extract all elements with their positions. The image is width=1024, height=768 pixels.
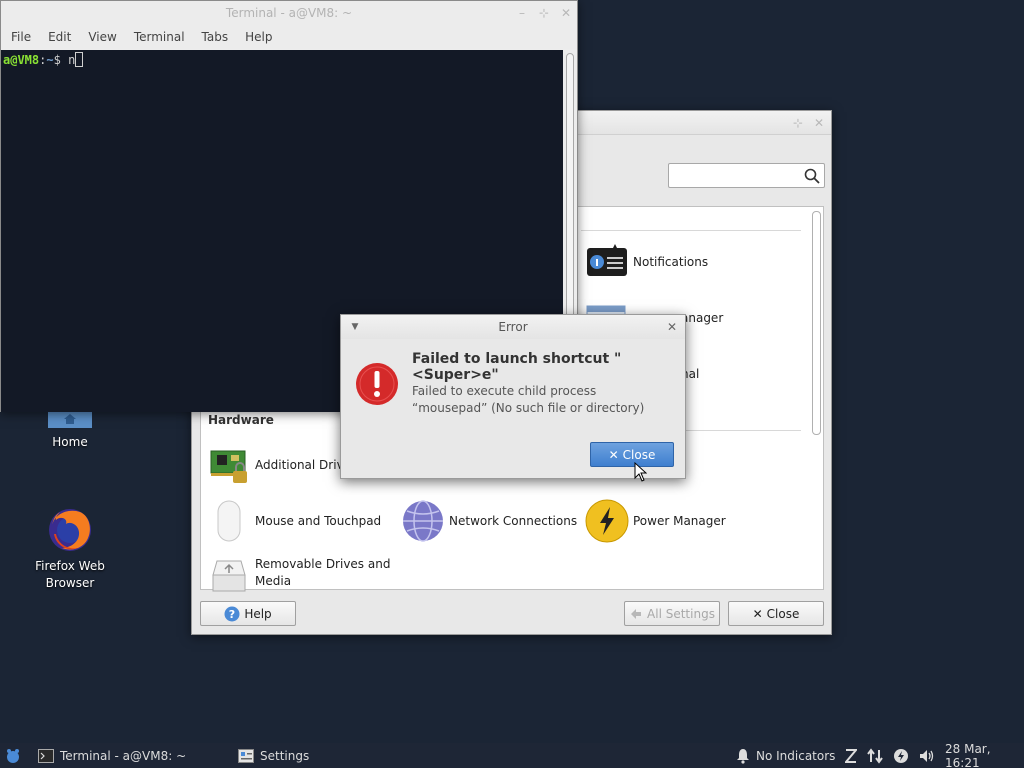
terminal-icon [38,748,54,763]
tray-icons [845,743,935,768]
settings-item-removable-drives-label: Removable Drives and Media [255,557,391,588]
settings-item-mouse-touchpad[interactable]: Mouse and Touchpad [207,499,381,543]
firefox-icon [49,509,91,551]
home-folder-icon [48,410,92,428]
error-close-button-label: Close [622,447,656,462]
minimize-icon[interactable]: – [515,6,529,20]
error-message-line2: “mousepad” (No such file or directory) [412,401,645,415]
settings-item-removable-drives[interactable]: Removable Drives and Media [207,551,397,595]
maximize-icon[interactable]: ⊹ [537,6,551,20]
menu-tabs[interactable]: Tabs [196,30,235,44]
prompt-user: a@VM8 [3,53,40,67]
prompt-path: ~ [46,53,54,67]
removable-drives-icon [207,551,251,595]
settings-item-power-manager-label: Power Manager [633,513,726,528]
desktop-icon-firefox-label: Firefox Web Browser [35,559,105,590]
search-icon[interactable] [804,168,820,184]
text-cursor [75,52,84,67]
all-settings-button-label: All Settings [647,606,715,621]
error-icon [356,363,398,405]
error-dialog-titlebar[interactable]: ▼ Error ✕ [341,315,685,339]
close-icon[interactable]: ✕ [665,320,679,334]
hardware-heading: Hardware [208,413,274,427]
taskbar: Terminal - a@VM8: ~ Settings No Indicato… [0,741,1024,768]
network-icon [401,499,445,543]
volume-icon[interactable] [919,748,935,764]
desktop-icon-home[interactable]: Home [25,410,115,451]
keyboard-layout-icon[interactable] [845,748,857,764]
close-icon[interactable]: ✕ [812,116,826,130]
close-icon[interactable]: ✕ [559,6,573,20]
mouse-icon [207,499,251,543]
all-settings-button[interactable]: All Settings [624,601,720,626]
desktop-icon-firefox[interactable]: Firefox Web Browser [25,506,115,592]
settings-close-button-label: Close [766,606,800,621]
whisker-menu-button[interactable] [5,743,21,768]
xfce-mouse-icon [7,748,19,763]
desktop-icon-home-label: Home [52,435,88,449]
power-icon[interactable] [893,748,909,764]
settings-item-additional-drivers[interactable]: Additional Drivers [207,443,362,487]
menu-terminal[interactable]: Terminal [128,30,191,44]
divider [581,230,801,231]
terminal-title: Terminal - a@VM8: ~ [225,6,353,20]
bell-icon [737,748,749,764]
settings-item-power-manager[interactable]: Power Manager [585,499,726,543]
network-transfer-icon[interactable] [867,747,883,764]
arrow-left-icon [631,608,642,619]
settings-scrollbar[interactable] [812,211,821,435]
close-x-icon: ✕ [752,606,763,621]
search-input[interactable] [668,163,825,188]
taskbar-task-settings[interactable]: Settings [238,743,309,768]
notification-indicator[interactable]: No Indicators [736,743,835,768]
error-message: Failed to execute child process “mousepa… [412,383,672,417]
error-message-line1: Failed to execute child process [412,384,597,398]
settings-item-network-connections-label: Network Connections [449,513,578,528]
mouse-pointer-icon [634,462,647,482]
menu-view[interactable]: View [82,30,122,44]
clock-label: 28 Mar, 16:21 [945,741,991,768]
error-dialog-title: Error [498,320,528,334]
indicators-label: No Indicators [756,748,836,763]
settings-item-notifications[interactable]: Notifications [585,240,708,284]
notifications-icon [585,240,629,284]
error-dialog[interactable]: ▼ Error ✕ Failed to launch shortcut "<Su… [340,314,686,479]
maximize-icon[interactable]: ⊹ [791,116,805,130]
help-button[interactable]: ? Help [200,601,296,626]
close-x-icon: ✕ [608,447,619,462]
power-icon [585,499,629,543]
help-button-label: Help [244,606,272,621]
additional-drivers-icon [207,443,251,487]
settings-item-network-connections[interactable]: Network Connections [401,499,577,543]
settings-item-mouse-touchpad-label: Mouse and Touchpad [255,513,382,528]
menu-help[interactable]: Help [239,30,278,44]
taskbar-task-settings-label: Settings [260,748,310,763]
terminal-titlebar[interactable]: Terminal - a@VM8: ~ – ⊹ ✕ [1,1,577,25]
settings-icon [238,748,254,763]
terminal-input: n [68,53,76,67]
svg-text:?: ? [229,608,235,621]
clock[interactable]: 28 Mar, 16:21 [945,741,1024,768]
error-close-button[interactable]: ✕ Close [590,442,674,467]
settings-item-window-manager-label: anager [681,310,724,325]
prompt-symbol: $ [53,53,61,67]
terminal-menubar: File Edit View Terminal Tabs Help [1,25,577,49]
menu-file[interactable]: File [5,30,37,44]
chevron-down-icon[interactable]: ▼ [348,320,362,334]
taskbar-task-terminal[interactable]: Terminal - a@VM8: ~ [38,743,186,768]
help-icon: ? [224,606,240,621]
settings-item-notifications-label: Notifications [633,254,709,269]
settings-close-button[interactable]: ✕ Close [728,601,824,626]
taskbar-task-terminal-label: Terminal - a@VM8: ~ [60,748,187,763]
error-heading: Failed to launch shortcut "<Super>e" [412,351,622,383]
menu-edit[interactable]: Edit [42,30,77,44]
